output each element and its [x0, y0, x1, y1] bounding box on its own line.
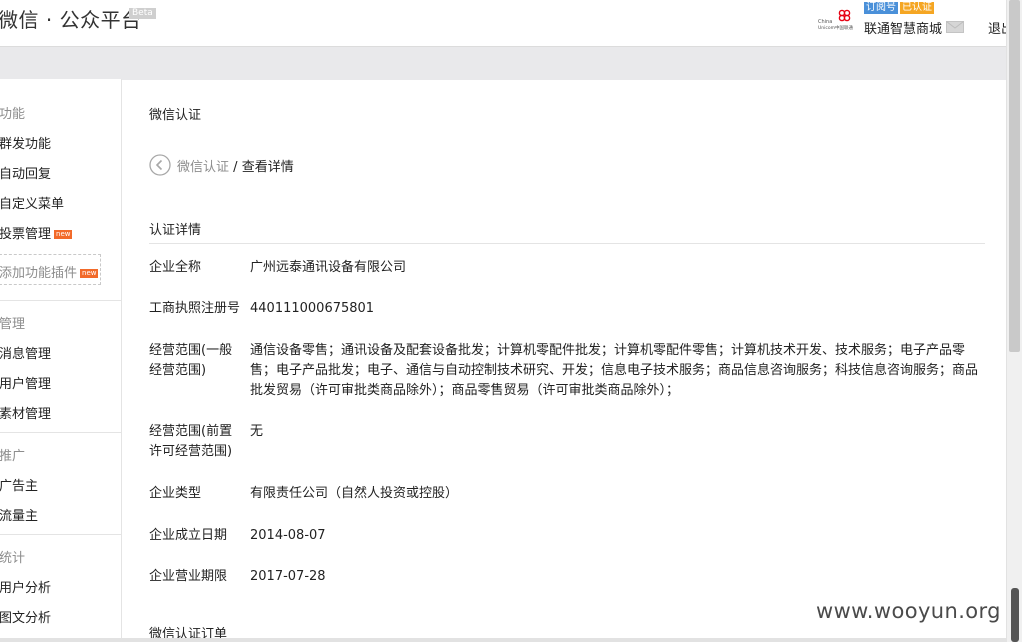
sidebar-head-promotion: 推广: [0, 449, 26, 464]
field-value: 通信设备零售；通讯设备及配套设备批发；计算机零配件批发；计算机零配件零售；计算机…: [250, 343, 979, 398]
page-title: 微信认证: [149, 108, 202, 123]
sidebar: 功能 群发功能 自动回复 自定义菜单 投票管理 new 添加功能插件 new 管理 …: [0, 79, 122, 642]
add-plugin-label: 添加功能插件 new: [0, 262, 99, 281]
verified-badge: 已认证: [900, 2, 934, 14]
sidebar-item-vote[interactable]: 投票管理 new: [0, 223, 73, 242]
sidebar-item-mass-send[interactable]: 群发功能: [0, 133, 51, 152]
field-value: 有限责任公司（自然人投资或控股）: [250, 486, 459, 501]
field-value: 2014-08-07: [250, 528, 326, 543]
breadcrumb-separator: /: [233, 160, 238, 175]
sidebar-item-article-analysis[interactable]: 图文分析: [0, 607, 51, 626]
field-label: 经营范围(前置许可经营范围): [149, 424, 233, 459]
field-label: 经营范围(一般经营范围): [149, 343, 233, 378]
section-title: 认证详情: [149, 223, 202, 238]
sidebar-item-advertiser[interactable]: 广告主: [0, 475, 38, 494]
bottom-edge: [0, 638, 1006, 642]
new-badge: new: [54, 230, 73, 239]
sidebar-item-custom-menu[interactable]: 自定义菜单: [0, 193, 64, 212]
sidebar-item-publisher[interactable]: 流量主: [0, 505, 38, 524]
back-arrow-icon[interactable]: [149, 154, 171, 176]
section-divider: [149, 243, 985, 244]
subscription-badge: 订阅号: [864, 2, 898, 14]
field-value: 440111000675801: [250, 301, 375, 316]
scroll-grip-handle[interactable]: [1011, 588, 1019, 642]
field-label: 企业营业期限: [149, 569, 228, 584]
sidebar-item-users[interactable]: 用户管理: [0, 373, 51, 392]
sidebar-head-stats: 统计: [0, 551, 26, 566]
sidebar-item-materials[interactable]: 素材管理: [0, 403, 51, 422]
field-value: 2017-07-28: [250, 569, 326, 584]
field-label: 企业成立日期: [149, 528, 228, 543]
breadcrumb-link[interactable]: 微信认证: [177, 160, 229, 175]
header-band: [0, 46, 1006, 80]
sidebar-item-user-analysis[interactable]: 用户分析: [0, 577, 51, 596]
watermark-text: www.wooyun.org: [816, 599, 1001, 623]
china-unicom-logo: China Unicom中国联通: [818, 9, 854, 31]
top-header: 微信 · 公众平台 Beta China Unicom中国联通 订阅号 已认证 …: [0, 0, 1014, 46]
field-label: 工商执照注册号: [149, 301, 241, 316]
new-badge: new: [80, 269, 99, 278]
sidebar-divider: [0, 432, 121, 433]
vertical-scrollbar[interactable]: [1006, 0, 1022, 642]
sidebar-head-manage: 管理: [0, 317, 26, 332]
field-label: 企业全称: [149, 260, 202, 275]
sidebar-item-messages[interactable]: 消息管理: [0, 343, 51, 362]
app-title: 微信 · 公众平台: [0, 8, 142, 32]
svg-text:Unicom中国联通: Unicom中国联通: [818, 24, 854, 31]
field-label: 企业类型: [149, 486, 202, 501]
main-content: 微信认证 微信认证 / 查看详情 认证详情 企业全称 广州远泰通讯设备有限公司 …: [122, 79, 1006, 642]
breadcrumb: 微信认证 / 查看详情: [177, 156, 294, 175]
add-plugin-text: 添加功能插件: [0, 266, 78, 281]
sidebar-divider: [0, 300, 121, 301]
sidebar-divider: [0, 534, 121, 535]
beta-badge: Beta: [129, 8, 156, 19]
svg-text:China: China: [818, 19, 832, 25]
scrollbar-thumb[interactable]: [1009, 0, 1020, 352]
sidebar-item-auto-reply[interactable]: 自动回复: [0, 163, 51, 182]
account-name[interactable]: 联通智慧商城: [864, 18, 942, 37]
sidebar-item-vote-label: 投票管理: [0, 227, 52, 242]
sidebar-head-functions: 功能: [0, 107, 26, 122]
mail-icon[interactable]: [946, 21, 964, 33]
field-value: 广州远泰通讯设备有限公司: [250, 260, 407, 275]
breadcrumb-current: 查看详情: [241, 160, 294, 175]
field-value: 无: [250, 424, 264, 439]
